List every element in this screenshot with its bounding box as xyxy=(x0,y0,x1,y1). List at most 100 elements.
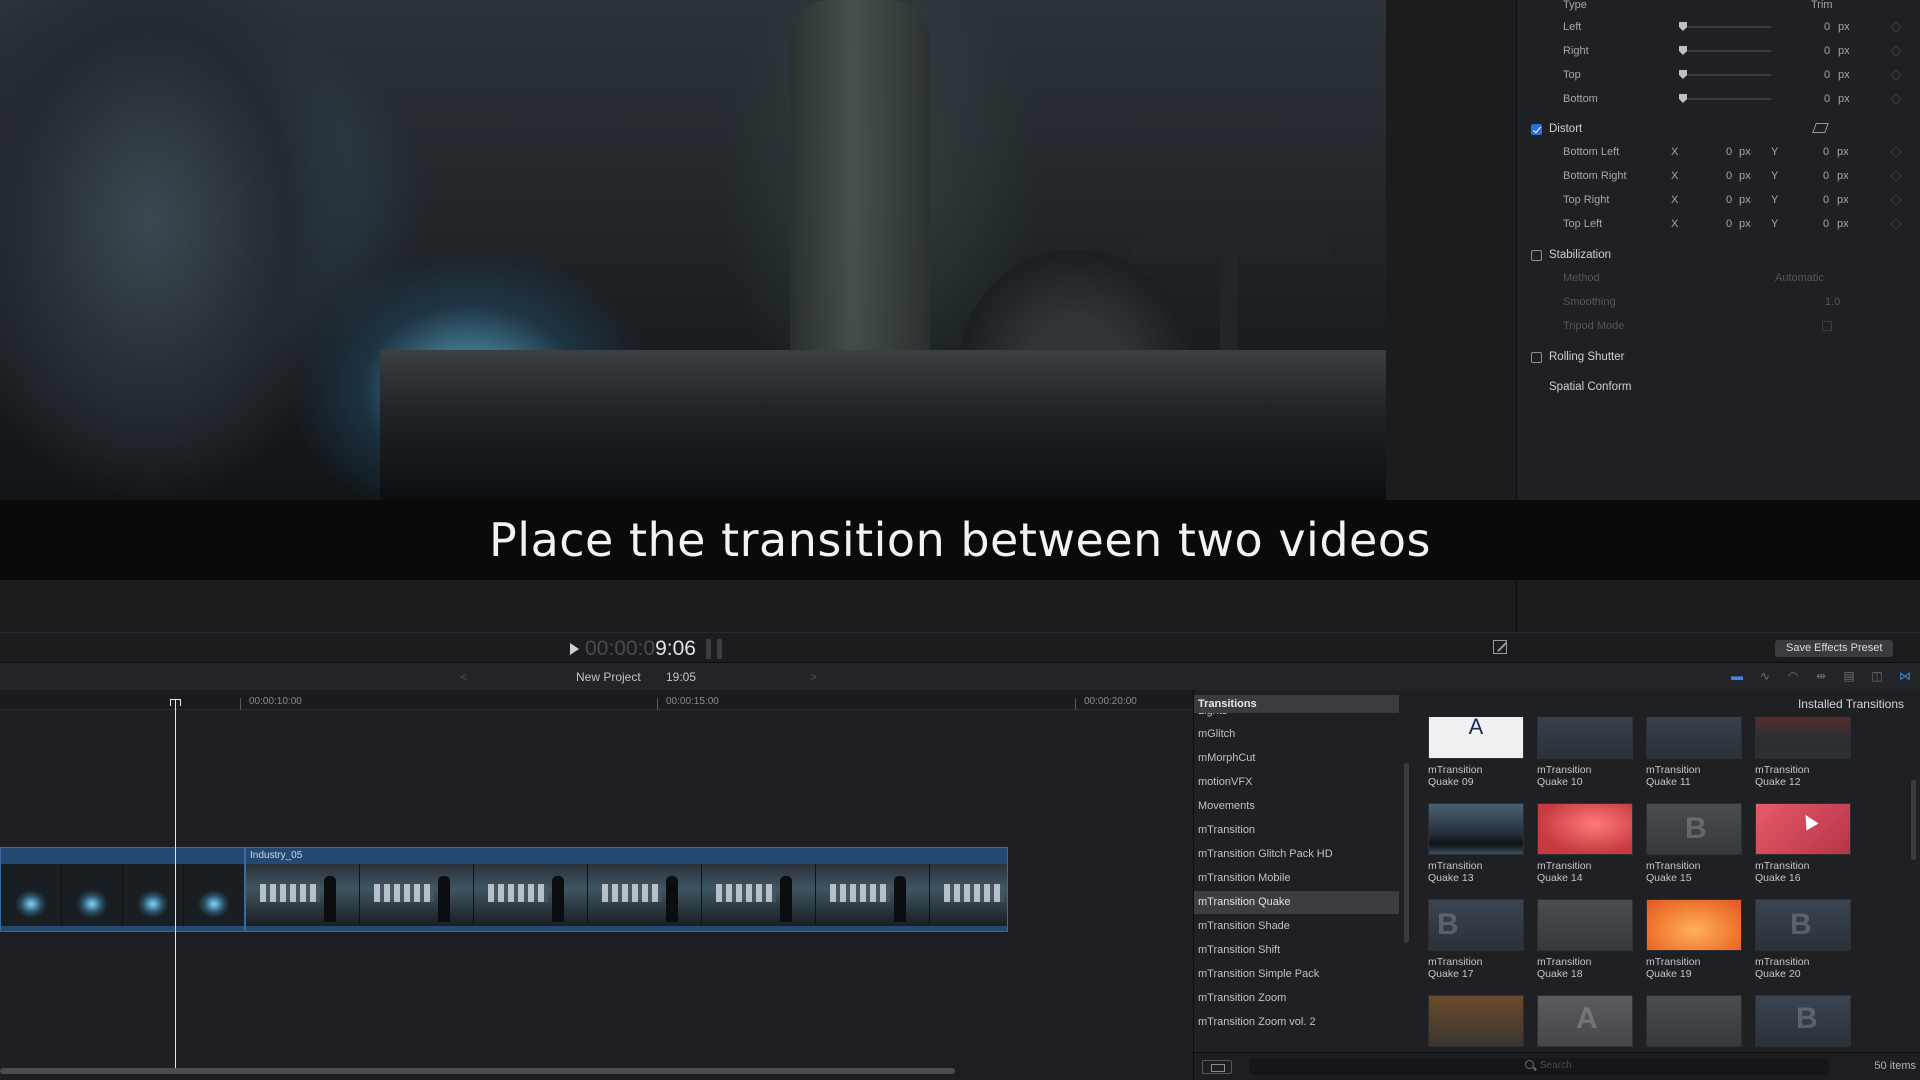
history-forward-icon[interactable]: > xyxy=(810,670,817,684)
rolling-shutter-checkbox[interactable] xyxy=(1531,351,1542,363)
transition-tile[interactable]: A mTransition Quake 09 xyxy=(1428,717,1526,788)
project-duration: 19:05 xyxy=(666,670,697,684)
transition-tile[interactable]: mTransition Quake 18 xyxy=(1537,899,1635,980)
thumbnail-glyph: A xyxy=(1468,717,1484,739)
category-item[interactable]: mTransition Mobile xyxy=(1194,867,1399,890)
y-value[interactable]: 0 xyxy=(1823,218,1829,230)
installed-transitions-popup[interactable]: Installed Transitions xyxy=(1798,697,1904,711)
x-value[interactable]: 0 xyxy=(1726,146,1732,158)
ruler-label: 00:00:20:00 xyxy=(1084,696,1137,707)
spatial-conform-section[interactable]: Spatial Conform xyxy=(1549,374,1906,400)
clip-welding[interactable] xyxy=(0,847,245,932)
save-effects-preset-button[interactable]: Save Effects Preset xyxy=(1775,640,1894,657)
x-value[interactable]: 0 xyxy=(1726,218,1732,230)
audio-waveform-icon[interactable]: ∿ xyxy=(1756,669,1774,683)
smoothing-value[interactable]: 1.0 xyxy=(1825,296,1840,308)
category-item[interactable]: mTransition Glitch Pack HD xyxy=(1194,843,1399,866)
inspector-panel: Type Trim Left 0 px Right 0 px Top 0 px … xyxy=(1516,0,1920,500)
keyframe-icon[interactable] xyxy=(1890,218,1902,230)
category-item[interactable]: mTransition Zoom vol. 2 xyxy=(1194,1011,1399,1034)
trim-top-slider[interactable] xyxy=(1679,70,1771,79)
slider-knob[interactable] xyxy=(1679,22,1687,31)
transition-thumbnail xyxy=(1537,717,1633,759)
category-item[interactable]: mTransition Shade xyxy=(1194,915,1399,938)
fullscreen-icon[interactable] xyxy=(1493,640,1507,654)
transition-tile[interactable] xyxy=(1428,995,1526,1047)
panel-divider xyxy=(1516,580,1517,632)
transition-tile[interactable]: mTransition Quake 19 xyxy=(1646,899,1744,980)
slider-knob[interactable] xyxy=(1679,46,1687,55)
category-scrollbar[interactable] xyxy=(1404,763,1409,943)
y-value[interactable]: 0 xyxy=(1823,170,1829,182)
transition-tile[interactable]: mTransition Quake 14 xyxy=(1537,803,1635,884)
transition-tile[interactable]: B mTransition Quake 15 xyxy=(1646,803,1744,884)
category-item[interactable]: mMorphCut xyxy=(1194,747,1399,770)
trim-left-slider[interactable] xyxy=(1679,22,1771,31)
y-value[interactable]: 0 xyxy=(1823,194,1829,206)
category-item-selected[interactable]: mTransition Quake xyxy=(1194,891,1399,914)
headphones-icon[interactable]: ◠ xyxy=(1784,669,1802,683)
keyframe-icon[interactable] xyxy=(1890,93,1902,105)
transition-tile[interactable]: A xyxy=(1537,995,1635,1047)
browser-toggle-icon[interactable]: ◫ xyxy=(1868,669,1886,683)
search-field[interactable]: Search xyxy=(1249,1058,1829,1075)
category-item[interactable]: Lights xyxy=(1194,713,1399,723)
category-item[interactable]: mTransition Zoom xyxy=(1194,987,1399,1010)
sidebar-toggle-button[interactable] xyxy=(1202,1060,1232,1074)
keyframe-icon[interactable] xyxy=(1890,194,1902,206)
history-back-icon[interactable]: < xyxy=(460,670,467,684)
clip-appearance-icon[interactable]: ▬ xyxy=(1728,669,1746,683)
transition-tile[interactable]: B xyxy=(1755,995,1853,1047)
y-value[interactable]: 0 xyxy=(1823,146,1829,158)
category-item[interactable]: Movements xyxy=(1194,795,1399,818)
transition-tile[interactable]: mTransition Quake 12 xyxy=(1755,717,1853,788)
transition-tile[interactable] xyxy=(1646,995,1744,1047)
clip-industry-05[interactable]: Industry_05 xyxy=(245,847,1008,932)
distort-onscreen-control-icon[interactable] xyxy=(1812,123,1829,133)
type-value-popup[interactable]: Trim xyxy=(1811,0,1833,11)
category-item[interactable]: motionVFX xyxy=(1194,771,1399,794)
tripod-mode-checkbox[interactable] xyxy=(1822,321,1832,331)
x-value[interactable]: 0 xyxy=(1726,194,1732,206)
play-icon[interactable] xyxy=(570,643,579,655)
grid-scrollbar[interactable] xyxy=(1911,780,1916,860)
trim-bottom-slider[interactable] xyxy=(1679,94,1771,103)
unit-label: px xyxy=(1838,21,1850,33)
keyframe-icon[interactable] xyxy=(1890,69,1902,81)
category-item[interactable]: mTransition xyxy=(1194,819,1399,842)
clip-view-icon[interactable]: ▤ xyxy=(1840,669,1858,683)
category-item[interactable]: mGlitch xyxy=(1194,723,1399,746)
timeline-scrollbar[interactable] xyxy=(0,1068,955,1074)
slider-knob[interactable] xyxy=(1679,94,1687,103)
slider-knob[interactable] xyxy=(1679,70,1687,79)
keyframe-icon[interactable] xyxy=(1890,45,1902,57)
transition-tile[interactable]: B mTransition Quake 20 xyxy=(1755,899,1853,980)
trim-right-value[interactable]: 0 xyxy=(1824,45,1830,57)
stabilization-checkbox[interactable] xyxy=(1531,249,1542,261)
trim-bottom-value[interactable]: 0 xyxy=(1824,93,1830,105)
timeline[interactable]: 00:00:10:00 00:00:15:00 00:00:20:00 Indu… xyxy=(0,690,1193,1080)
snapping-icon[interactable]: ⇹ xyxy=(1812,669,1830,683)
transitions-browser-icon[interactable]: ⋈ xyxy=(1896,669,1914,683)
method-value[interactable]: Automatic xyxy=(1775,272,1824,284)
ruler-tick xyxy=(657,698,658,710)
keyframe-icon[interactable] xyxy=(1890,170,1902,182)
category-item[interactable]: mTransition Shift xyxy=(1194,939,1399,962)
transition-tile[interactable]: B mTransition Quake 17 xyxy=(1428,899,1526,980)
transition-tile[interactable]: mTransition Quake 11 xyxy=(1646,717,1744,788)
category-item[interactable]: mTransition Simple Pack xyxy=(1194,963,1399,986)
transition-tile[interactable]: mTransition Quake 10 xyxy=(1537,717,1635,788)
trim-right-slider[interactable] xyxy=(1679,46,1771,55)
spatial-conform-label: Spatial Conform xyxy=(1549,381,1632,393)
x-value[interactable]: 0 xyxy=(1726,170,1732,182)
trim-top-value[interactable]: 0 xyxy=(1824,69,1830,81)
keyframe-icon[interactable] xyxy=(1890,146,1902,158)
keyframe-icon[interactable] xyxy=(1890,21,1902,33)
transition-thumbnail xyxy=(1646,995,1742,1047)
trim-left-value[interactable]: 0 xyxy=(1824,21,1830,33)
timecode-display[interactable]: 00:00:0 9:06 xyxy=(570,637,722,661)
transitions-header[interactable]: Transitions xyxy=(1194,695,1399,713)
distort-checkbox[interactable] xyxy=(1531,123,1542,135)
transition-tile[interactable]: mTransition Quake 13 xyxy=(1428,803,1526,884)
playhead[interactable] xyxy=(175,700,176,1072)
